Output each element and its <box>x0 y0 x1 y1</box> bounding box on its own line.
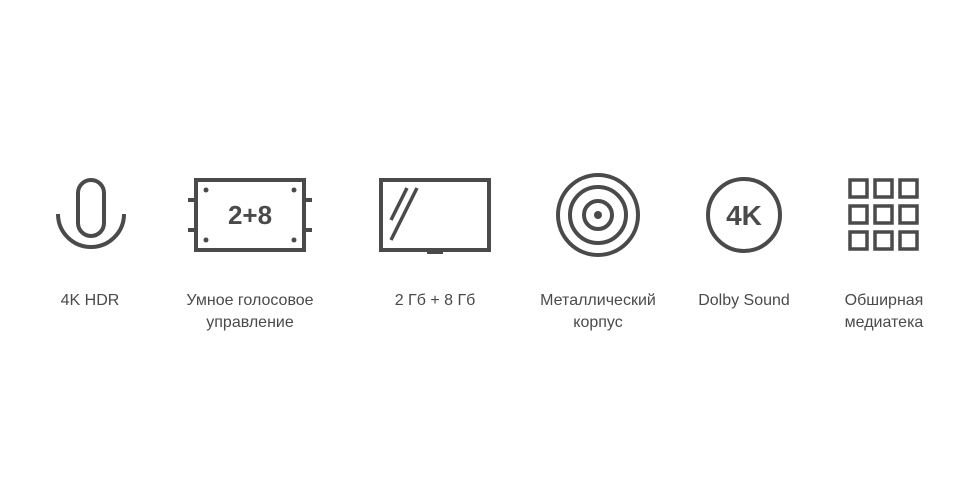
4k-badge-icon: 4K <box>664 170 824 260</box>
feature-label-line: Умное голосовое <box>186 292 314 309</box>
feature-label: Умное голосовое управление <box>170 290 330 334</box>
feature-label-line: Обширная <box>844 292 924 309</box>
4k-badge-icon-text: 4K <box>726 200 762 231</box>
grid-icon-svg <box>848 178 919 251</box>
feature-label: 4K HDR <box>10 290 170 312</box>
microphone-icon <box>10 170 170 260</box>
feature-metal-body: Металлический корпус <box>518 0 678 490</box>
feature-label-line: 4K HDR <box>60 292 120 309</box>
feature-label: Dolby Sound <box>664 290 824 312</box>
tv-screen-icon-svg <box>379 178 491 254</box>
feature-voice-control: 2+8 Умное голосовое управление <box>170 0 330 490</box>
feature-label: Обширная медиатека <box>804 290 964 334</box>
grid-icon <box>804 170 964 260</box>
target-icon <box>518 170 678 260</box>
tv-screen-icon <box>355 170 515 260</box>
chip-icon: 2+8 <box>170 170 330 260</box>
chip-icon-text: 2+8 <box>228 200 272 230</box>
chip-icon-svg: 2+8 <box>188 178 312 252</box>
feature-label-line: корпус <box>573 314 623 331</box>
feature-label-line: 2 Гб + 8 Гб <box>394 292 476 309</box>
feature-label-line: медиатека <box>844 314 924 331</box>
target-icon-svg <box>556 173 640 257</box>
microphone-icon-svg <box>56 178 126 249</box>
feature-dolby-sound: 4K Dolby Sound <box>664 0 824 490</box>
feature-media-library: Обширная медиатека <box>804 0 964 490</box>
feature-label-line: управление <box>206 314 294 331</box>
feature-label: Металлический корпус <box>518 290 678 334</box>
feature-4k-hdr: 4K HDR <box>10 0 170 490</box>
4k-badge-icon-svg: 4K <box>706 177 782 253</box>
feature-label-line: Dolby Sound <box>698 292 790 309</box>
feature-label: 2 Гб + 8 Гб <box>355 290 515 312</box>
feature-memory: 2 Гб + 8 Гб <box>355 0 515 490</box>
feature-label-line: Металлический <box>540 292 656 309</box>
